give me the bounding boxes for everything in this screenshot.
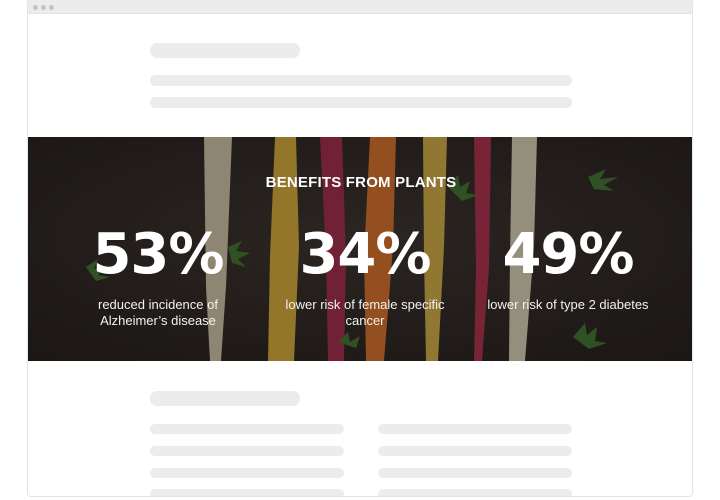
placeholder-line xyxy=(150,446,344,456)
banner-title: BENEFITS FROM PLANTS xyxy=(265,174,457,191)
placeholder-line xyxy=(150,97,572,108)
placeholder-line xyxy=(378,489,572,496)
stat-alzheimers: 53% reduced incidence of Alzheimer’s dis… xyxy=(58,217,258,329)
window-control-dot[interactable] xyxy=(33,5,38,10)
placeholder-line xyxy=(150,489,344,496)
stat-description: lower risk of type 2 diabetes xyxy=(487,297,649,312)
stat-description: lower risk of female specific cancer xyxy=(285,297,445,328)
window-control-dot[interactable] xyxy=(49,5,54,10)
placeholder-line xyxy=(378,424,572,434)
benefits-banner: BENEFITS FROM PLANTS 53% reduced inciden… xyxy=(28,137,692,361)
window-titlebar xyxy=(28,0,692,14)
stat-value: 53% xyxy=(92,222,224,287)
stat-value: 34% xyxy=(299,222,431,287)
stat-value: 49% xyxy=(502,222,634,287)
placeholder-line xyxy=(378,446,572,456)
placeholder-line xyxy=(150,468,344,478)
placeholder-heading xyxy=(150,391,300,406)
stat-female-cancer: 34% lower risk of female specific cancer xyxy=(265,217,465,329)
placeholder-line xyxy=(378,468,572,478)
placeholder-line xyxy=(150,424,344,434)
placeholder-line xyxy=(150,75,572,86)
browser-window: BENEFITS FROM PLANTS 53% reduced inciden… xyxy=(27,0,693,497)
placeholder-heading xyxy=(150,43,300,58)
stat-diabetes: 49% lower risk of type 2 diabetes xyxy=(468,217,668,313)
window-control-dot[interactable] xyxy=(41,5,46,10)
stat-description: reduced incidence of Alzheimer’s disease xyxy=(98,297,218,328)
